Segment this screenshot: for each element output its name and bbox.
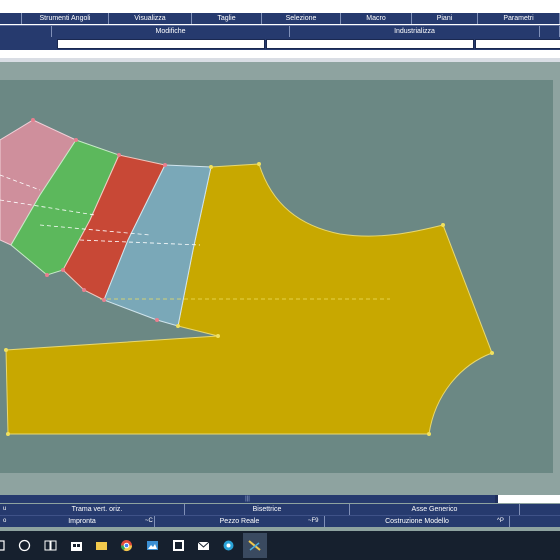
impronta-button[interactable]: Impronta bbox=[10, 516, 155, 527]
trama-vert-oriz-button[interactable]: Trama vert. oriz. bbox=[10, 504, 185, 515]
menu-item-piani[interactable]: Piani bbox=[412, 13, 478, 24]
chrome-icon[interactable] bbox=[120, 539, 133, 552]
pattern-drawing bbox=[0, 118, 494, 436]
menu-bar: Strumenti Angoli Visualizza Taglie Selez… bbox=[0, 0, 560, 25]
impronta-shortcut: ~C bbox=[145, 518, 153, 524]
input-field-2[interactable] bbox=[266, 39, 474, 49]
photos-icon[interactable] bbox=[146, 539, 159, 552]
pezzo-reale-shortcut: ~F9 bbox=[308, 518, 319, 524]
store-icon[interactable] bbox=[70, 539, 83, 552]
search-icon[interactable] bbox=[18, 539, 31, 552]
input-field-3[interactable] bbox=[475, 39, 560, 49]
cad-app-icon[interactable] bbox=[248, 539, 261, 552]
asse-generico-button[interactable]: Asse Generico bbox=[350, 504, 520, 515]
row-mark-1: u bbox=[3, 506, 7, 512]
mail-icon[interactable] bbox=[197, 539, 210, 552]
menu-item-selezione[interactable]: Selezione bbox=[262, 13, 341, 24]
status-row-1: u Trama vert. oriz. Bisettrice Asse Gene… bbox=[0, 504, 560, 515]
folder-icon[interactable] bbox=[95, 539, 108, 552]
input-row bbox=[0, 37, 560, 50]
scrollbar-track-end bbox=[498, 495, 560, 503]
row-mark-2: o bbox=[3, 518, 7, 524]
horizontal-scrollbar[interactable]: ||| bbox=[0, 495, 560, 503]
status-row-2: o Impronta ~C Pezzo Reale ~F9 Costruzion… bbox=[0, 515, 560, 527]
menu-item-macro[interactable]: Macro bbox=[341, 13, 412, 24]
input-field-1[interactable] bbox=[57, 39, 265, 49]
menu-item-parametri[interactable]: Parametri bbox=[478, 13, 560, 24]
menu-item-taglie[interactable]: Taglie bbox=[192, 13, 262, 24]
pezzo-reale-button[interactable]: Pezzo Reale bbox=[155, 516, 325, 527]
costruzione-modello-button[interactable]: Costruzione Modello bbox=[325, 516, 510, 527]
menu-item-strumenti-angoli[interactable]: Strumenti Angoli bbox=[22, 13, 109, 24]
scrollbar-thumb[interactable]: ||| bbox=[0, 495, 495, 503]
drawing-canvas[interactable] bbox=[0, 80, 553, 473]
menu-item-visualizza[interactable]: Visualizza bbox=[109, 13, 192, 24]
app-icon[interactable] bbox=[172, 539, 185, 552]
bisettrice-button[interactable]: Bisettrice bbox=[185, 504, 350, 515]
menu-item-blank[interactable] bbox=[0, 13, 22, 24]
taskbar bbox=[0, 531, 560, 560]
network-icon[interactable] bbox=[222, 539, 235, 552]
start-icon[interactable] bbox=[0, 539, 13, 552]
costruzione-modello-shortcut: ^P bbox=[497, 518, 504, 524]
task-view-icon[interactable] bbox=[44, 539, 57, 552]
